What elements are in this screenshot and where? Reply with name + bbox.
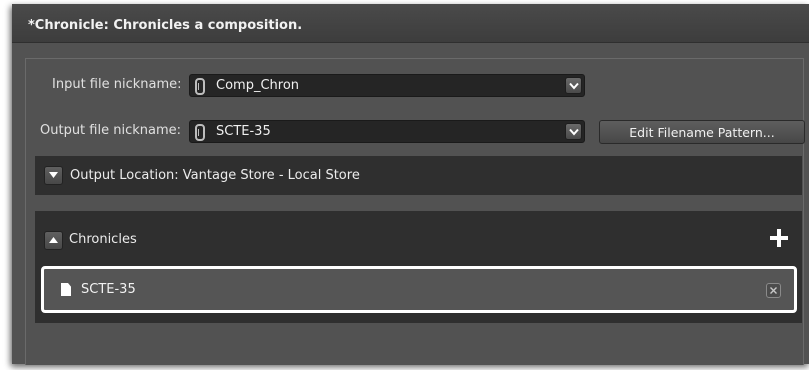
edit-filename-pattern-button[interactable]: Edit Filename Pattern... [599, 120, 805, 144]
output-dropdown-chevron-down-icon[interactable] [565, 123, 582, 140]
chronicle-item-label: SCTE-35 [81, 282, 136, 297]
remove-chronicle-close-icon[interactable] [766, 283, 781, 298]
input-dropdown-chevron-down-icon[interactable] [565, 77, 582, 94]
output-nickname-dropdown[interactable]: SCTE-35 [189, 120, 585, 143]
input-nickname-value: Comp_Chron [216, 78, 300, 93]
chronicles-label: Chronicles [69, 232, 137, 247]
triangle-down-icon [49, 172, 58, 178]
chronicles-collapse-button[interactable] [44, 231, 63, 250]
paperclip-icon [195, 78, 205, 95]
output-nickname-value: SCTE-35 [216, 124, 271, 139]
chronicle-panel: *Chronicle: Chronicles a composition. In… [12, 4, 809, 365]
input-nickname-dropdown[interactable]: Comp_Chron [189, 74, 585, 97]
panel-title-bar: *Chronicle: Chronicles a composition. [12, 4, 809, 43]
output-nickname-label: Output file nickname: [40, 123, 181, 138]
triangle-up-icon [49, 237, 58, 243]
paperclip-icon [195, 124, 205, 141]
chronicle-list-item[interactable]: SCTE-35 [41, 266, 797, 313]
document-icon [61, 283, 71, 296]
panel-title: *Chronicle: Chronicles a composition. [28, 18, 303, 33]
output-location-section[interactable]: Output Location: Vantage Store - Local S… [35, 156, 802, 195]
output-location-label: Output Location: Vantage Store - Local S… [70, 168, 360, 183]
output-location-expand-button[interactable] [44, 166, 63, 185]
input-nickname-label: Input file nickname: [52, 77, 182, 92]
add-chronicle-plus-icon[interactable] [770, 229, 788, 247]
